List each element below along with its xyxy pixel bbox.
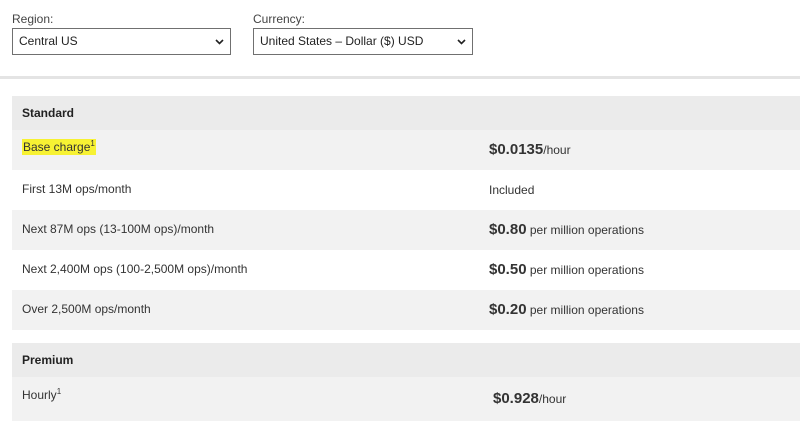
region-filter: Region: Central US — [12, 12, 231, 55]
price-unit: /hour — [543, 143, 571, 157]
section-title-standard: Standard — [12, 96, 800, 130]
price-amount: $0.50 — [489, 261, 527, 278]
row-price: $0.928/hour — [493, 377, 566, 417]
currency-filter: Currency: United States – Dollar ($) USD — [253, 12, 473, 55]
row-label: Next 87M ops (13-100M ops)/month — [22, 222, 215, 236]
filter-divider — [0, 76, 800, 79]
currency-select[interactable]: United States – Dollar ($) USD — [253, 28, 473, 55]
section-title-premium: Premium — [12, 343, 800, 377]
row-label: Over 2,500M ops/month — [22, 302, 151, 316]
row-price: $0.20 per million operations — [489, 290, 644, 330]
price-amount: $0.928 — [493, 390, 539, 407]
price-unit: per million operations — [526, 303, 644, 317]
chevron-down-icon — [456, 29, 466, 54]
currency-select-value: United States – Dollar ($) USD — [260, 34, 424, 48]
row-label-text: Base charge — [23, 139, 91, 154]
table-row: First 13M ops/month Included — [12, 170, 800, 210]
row-label: First 13M ops/month — [22, 182, 132, 196]
region-label: Region: — [12, 12, 54, 26]
row-label: Next 2,400M ops (100-2,500M ops)/month — [22, 262, 248, 276]
price-amount: $0.0135 — [489, 141, 544, 158]
footnote-marker[interactable]: 1 — [57, 387, 61, 396]
table-row: Hourly1 $0.928/hour — [12, 377, 800, 421]
price-unit: per million operations — [526, 223, 644, 237]
table-row: Base charge1 $0.0135/hour — [12, 130, 800, 170]
filter-bar: Region: Central US Currency: United Stat… — [0, 0, 800, 78]
table-row: Next 87M ops (13-100M ops)/month $0.80 p… — [12, 210, 800, 250]
price-amount: $0.80 — [489, 221, 527, 238]
row-label: Hourly1 — [22, 377, 61, 417]
price-unit: /hour — [538, 392, 567, 406]
row-price: $0.80 per million operations — [489, 210, 644, 250]
standard-pricing-table: Standard Base charge1 $0.0135/hour First… — [12, 96, 800, 330]
premium-pricing-table: Premium Hourly1 $0.928/hour — [12, 343, 800, 421]
row-price: $0.50 per million operations — [489, 250, 644, 290]
row-label-text: Hourly — [22, 388, 57, 402]
price-unit: per million operations — [526, 263, 644, 277]
chevron-down-icon — [214, 29, 224, 54]
region-select-value: Central US — [19, 34, 78, 48]
table-row: Next 2,400M ops (100-2,500M ops)/month $… — [12, 250, 800, 290]
region-select[interactable]: Central US — [12, 28, 231, 55]
row-label: Base charge1 — [22, 130, 96, 170]
price-amount: $0.20 — [489, 301, 527, 318]
footnote-marker[interactable]: 1 — [90, 139, 94, 148]
currency-label: Currency: — [253, 12, 306, 26]
highlight-mark: Base charge1 — [22, 138, 96, 155]
price-included: Included — [489, 183, 535, 197]
row-price: Included — [489, 170, 534, 210]
row-price: $0.0135/hour — [489, 130, 571, 170]
table-row: Over 2,500M ops/month $0.20 per million … — [12, 290, 800, 330]
